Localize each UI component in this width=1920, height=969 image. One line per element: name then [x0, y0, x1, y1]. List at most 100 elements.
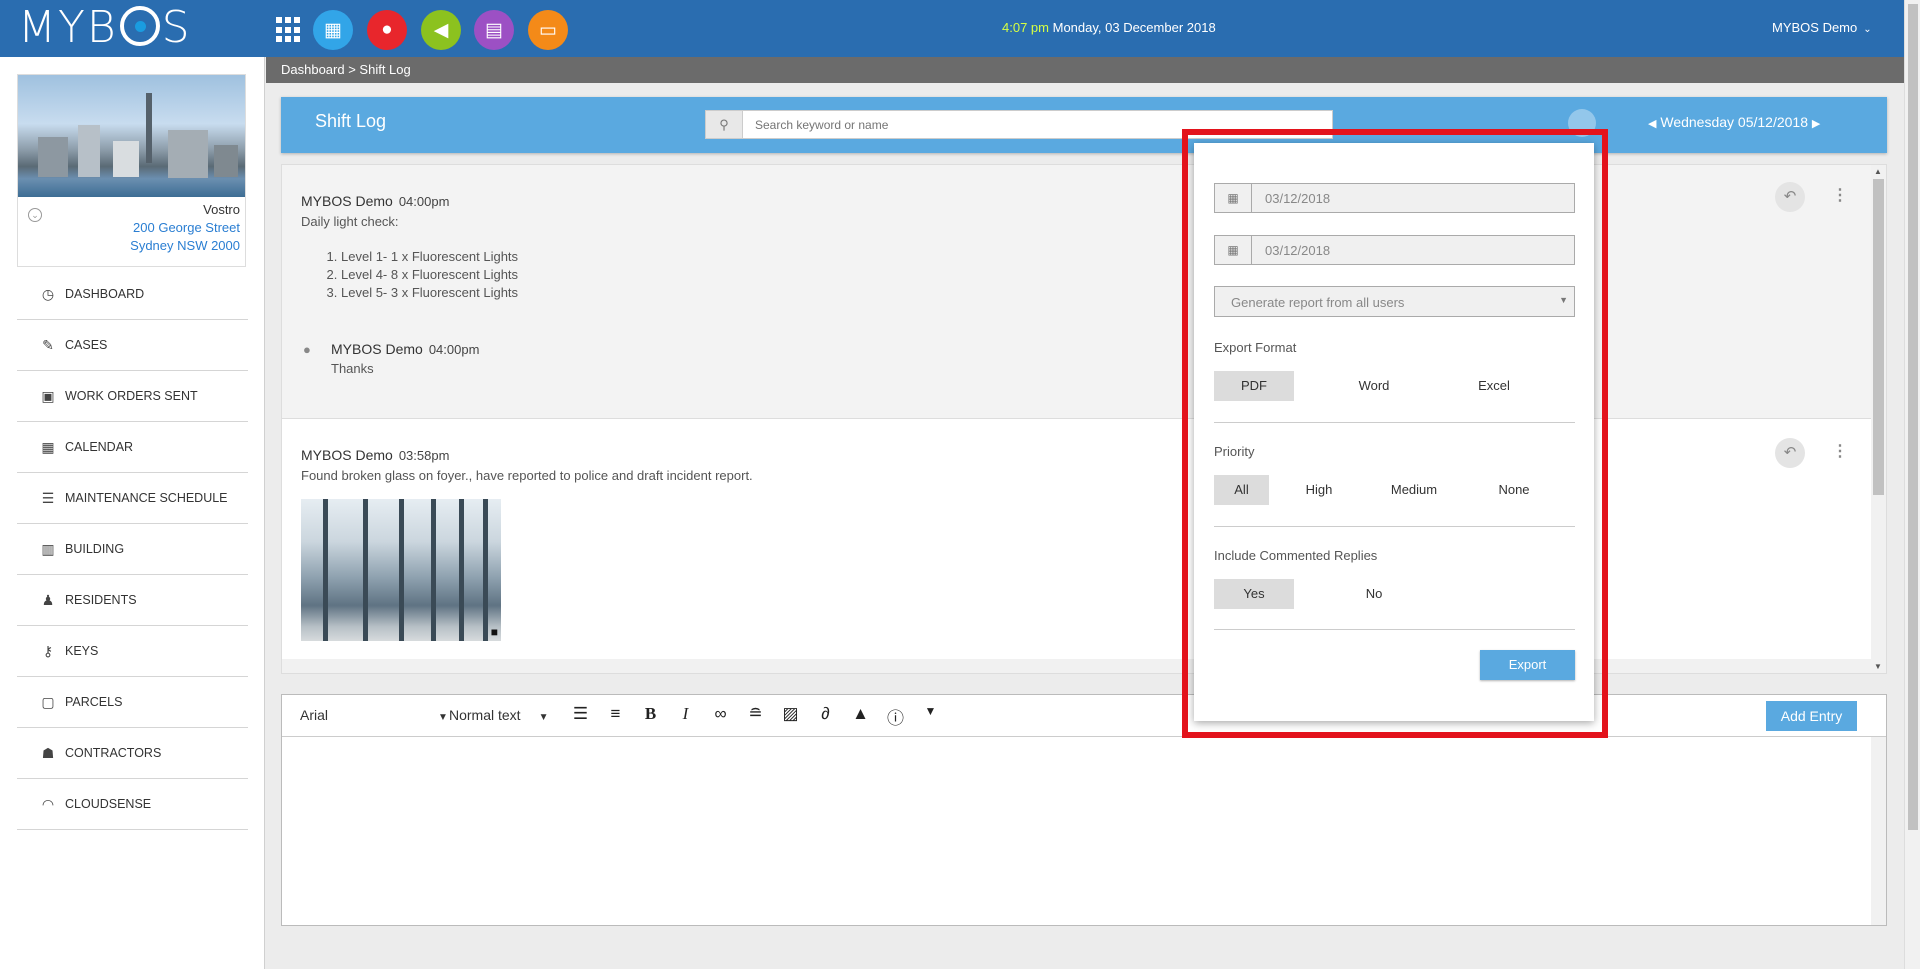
add-entry-button[interactable]: Add Entry: [1766, 701, 1857, 731]
log-panel-scrollbar-thumb[interactable]: [1873, 179, 1884, 495]
entry-author: MYBOS Demo: [301, 447, 393, 463]
info-icon[interactable]: ⓘ: [878, 704, 913, 729]
calculator-icon[interactable]: ▦: [313, 10, 353, 50]
sidebar-item-label: KEYS: [65, 644, 99, 658]
sidebar-item-label: CALENDAR: [65, 440, 134, 454]
sidebar-item-label: MAINTENANCE SCHEDULE: [65, 491, 228, 505]
wrench-icon: ✎: [42, 336, 54, 353]
expand-icon[interactable]: ⌄: [28, 208, 42, 222]
sidebar: ⌄ Vostro 200 George Street Sydney NSW 20…: [0, 57, 265, 969]
search-icon[interactable]: ⚲: [706, 111, 743, 138]
date-navigator: ◀ Wednesday 05/12/2018 ▶: [1648, 114, 1820, 130]
entry-time: 04:00pm: [398, 194, 450, 209]
sidebar-item-cases[interactable]: ✎ CASES: [17, 320, 248, 371]
megaphone-icon[interactable]: ◀: [421, 10, 461, 50]
log-panel-horizontal-scrollbar[interactable]: [282, 659, 1872, 673]
calendar-icon: ▦: [41, 438, 55, 455]
warning-icon[interactable]: ▲: [843, 704, 878, 729]
window-scrollbar-thumb[interactable]: [1908, 4, 1918, 830]
clock: 4:07 pm Monday, 03 December 2018: [1002, 20, 1216, 35]
format-buttons: ☰ ≡ B I ∞ ≘ ▨ ∂ ▲ ⓘ ▼: [563, 704, 948, 729]
font-select[interactable]: Arial ▼: [300, 707, 448, 723]
sidebar-item-calendar[interactable]: ▦ CALENDAR: [17, 422, 248, 473]
more-options-icon[interactable]: ⋮: [1832, 185, 1848, 205]
caret-down-icon[interactable]: ▼: [913, 704, 948, 729]
window-scrollbar[interactable]: [1904, 0, 1920, 969]
sidebar-item-residents[interactable]: ♟ RESIDENTS: [17, 575, 248, 626]
entry-photo[interactable]: ■: [301, 499, 501, 641]
sidebar-item-parcels[interactable]: ▢ PARCELS: [17, 677, 248, 728]
sidebar-item-label: PARCELS: [65, 695, 123, 709]
text-style-select[interactable]: Normal text ▼: [449, 707, 548, 723]
current-date[interactable]: Wednesday 05/12/2018: [1660, 114, 1808, 130]
comment-icon: ●: [303, 342, 311, 357]
sidebar-item-cloudsense[interactable]: ◠ CLOUDSENSE: [17, 779, 248, 830]
image-icon[interactable]: ▨: [773, 704, 808, 729]
dashboard-icon: ◷: [41, 285, 55, 302]
clock-date: Monday, 03 December 2018: [1052, 20, 1216, 35]
sidebar-item-label: CASES: [65, 338, 108, 352]
notebook-icon[interactable]: ▤: [474, 10, 514, 50]
log-panel-scrollbar[interactable]: ▲ ▼: [1871, 165, 1886, 673]
building-icon: ▥: [41, 540, 55, 557]
sidebar-item-contractors[interactable]: ☗ CONTRACTORS: [17, 728, 248, 779]
trash-icon[interactable]: ■: [491, 625, 498, 639]
log-entry: MYBOS Demo 03:58pm Found broken glass on …: [282, 420, 1872, 673]
strikethrough-icon[interactable]: ≘: [738, 704, 773, 729]
font-select-value: Arial: [300, 707, 329, 723]
sidebar-item-maintenance-schedule[interactable]: ☰ MAINTENANCE SCHEDULE: [17, 473, 248, 524]
editor-scrollbar[interactable]: [1871, 737, 1886, 925]
user-menu[interactable]: MYBOS Demo ⌄: [1772, 20, 1872, 35]
group-icon[interactable]: ●: [367, 10, 407, 50]
contractor-icon: ☗: [41, 744, 55, 761]
breadcrumb[interactable]: Dashboard > Shift Log: [266, 57, 1904, 83]
bold-icon[interactable]: B: [633, 704, 668, 729]
numbered-list-icon[interactable]: ≡: [598, 704, 633, 729]
wifi-icon: ◠: [41, 795, 55, 812]
monitor-icon[interactable]: ▭: [528, 10, 568, 50]
sidebar-item-building[interactable]: ▥ BUILDING: [17, 524, 248, 575]
list-icon: ☰: [41, 489, 55, 506]
comment-text: Thanks: [331, 361, 374, 376]
building-card: ⌄ Vostro 200 George Street Sydney NSW 20…: [17, 74, 246, 267]
reply-icon[interactable]: ↶: [1775, 182, 1805, 212]
next-date-icon[interactable]: ▶: [1812, 118, 1820, 130]
sidebar-item-dashboard[interactable]: ◷ DASHBOARD: [17, 269, 248, 320]
prev-date-icon[interactable]: ◀: [1648, 118, 1656, 130]
comment-time: 04:00pm: [428, 342, 480, 357]
sidebar-item-label: CLOUDSENSE: [65, 797, 152, 811]
top-bar: MYB S ▦ ● ◀ ▤ ▭ 4:07 pm Monday, 03 Decemb…: [0, 0, 1904, 57]
entry-text: Found broken glass on foyer., have repor…: [301, 468, 753, 483]
building-address-line1[interactable]: 200 George Street: [133, 220, 240, 235]
sidebar-item-label: CONTRACTORS: [65, 746, 162, 760]
sidebar-item-label: RESIDENTS: [65, 593, 137, 607]
link-icon[interactable]: ∞: [703, 704, 738, 729]
entry-author: MYBOS Demo: [301, 193, 393, 209]
parcel-icon: ▢: [41, 693, 55, 710]
sidebar-item-keys[interactable]: ⚷ KEYS: [17, 626, 248, 677]
sidebar-item-label: BUILDING: [65, 542, 125, 556]
caret-down-icon: ▼: [438, 712, 448, 723]
scroll-up-icon[interactable]: ▲: [1874, 167, 1882, 176]
building-name: Vostro: [203, 202, 240, 217]
text-style-value: Normal text: [449, 707, 521, 723]
entry-list: Level 1- 1 x Fluorescent Lights Level 4-…: [341, 248, 518, 302]
bullet-list-icon[interactable]: ☰: [563, 704, 598, 729]
highlight-box: [1182, 129, 1608, 738]
italic-icon[interactable]: I: [668, 704, 703, 729]
entry-header: MYBOS Demo 04:00pm: [301, 193, 449, 209]
page-title: Shift Log: [315, 111, 387, 131]
mybos-logo[interactable]: MYB S: [18, 6, 192, 50]
clock-time: 4:07 pm: [1002, 20, 1049, 35]
app-grid-icon[interactable]: [276, 17, 302, 43]
reply-icon[interactable]: ↶: [1775, 438, 1805, 468]
attachment-icon[interactable]: ∂: [808, 704, 843, 729]
sidebar-item-work-orders-sent[interactable]: ▣ WORK ORDERS SENT: [17, 371, 248, 422]
entry-list-item: Level 4- 8 x Fluorescent Lights: [341, 266, 518, 284]
scroll-down-icon[interactable]: ▼: [1874, 662, 1882, 671]
person-icon: ♟: [41, 591, 55, 608]
comment-author: MYBOS Demo: [331, 341, 423, 357]
chevron-down-icon: ⌄: [1863, 24, 1872, 35]
building-address-line2[interactable]: Sydney NSW 2000: [130, 238, 240, 253]
more-options-icon[interactable]: ⋮: [1832, 441, 1848, 461]
